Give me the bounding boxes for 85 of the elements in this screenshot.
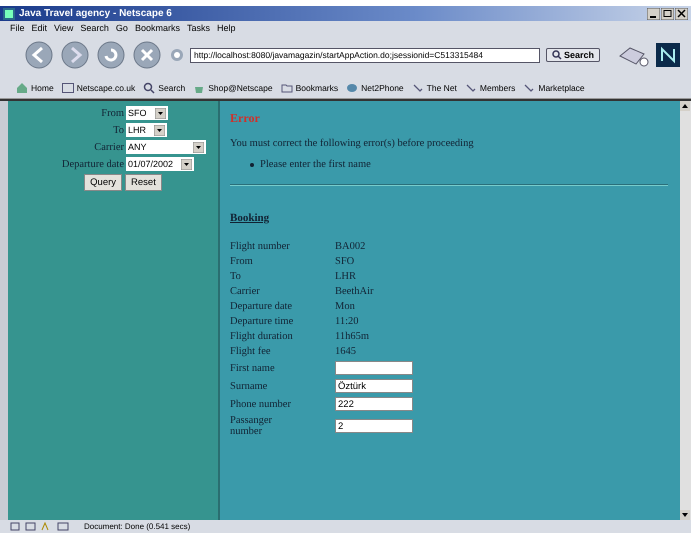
- menu-item[interactable]: Search: [80, 23, 109, 33]
- input-label: Passanger number: [230, 415, 273, 437]
- text-field[interactable]: Öztürk: [335, 379, 413, 393]
- detail-label: From: [230, 256, 254, 267]
- form-button[interactable]: Query: [84, 174, 122, 191]
- detail-label: Carrier: [230, 286, 261, 297]
- menu-item[interactable]: Tasks: [186, 23, 210, 33]
- minimize-button[interactable]: [647, 8, 660, 20]
- toolbar-link[interactable]: Members: [464, 82, 516, 94]
- link-icon: [464, 82, 477, 94]
- input-label: First name: [230, 362, 276, 374]
- dropdown[interactable]: LHR: [126, 123, 168, 137]
- dropdown[interactable]: SFO: [126, 106, 168, 120]
- detail-label: Departure time: [230, 316, 294, 327]
- dropdown[interactable]: ANY: [126, 140, 206, 154]
- folder-icon: [280, 82, 293, 94]
- text-field[interactable]: [335, 361, 413, 375]
- back-button[interactable]: [24, 40, 54, 70]
- dropdown-arrow-icon: [154, 124, 166, 136]
- error-heading: Error: [230, 111, 261, 126]
- status-icons-drawing: [10, 522, 70, 531]
- address-field[interactable]: http://localhost:8080/javamagazin/startAppAction.do;jsessionid=C513315484: [190, 48, 540, 62]
- netscape-logo-icon[interactable]: [656, 43, 680, 67]
- status-text: Document: Done (0.541 secs): [84, 521, 190, 532]
- menu-item[interactable]: Edit: [32, 23, 48, 33]
- form-button[interactable]: Reset: [125, 174, 162, 191]
- detail-value: SFO: [335, 256, 356, 267]
- forward-button[interactable]: [60, 40, 90, 70]
- link-icon: [523, 82, 536, 94]
- menu-item[interactable]: Go: [116, 23, 128, 33]
- text-field[interactable]: 222: [335, 397, 413, 411]
- toolbar-link[interactable]: Search: [143, 82, 186, 94]
- detail-label: Flight duration: [230, 331, 294, 342]
- toolbar-link[interactable]: Net2Phone: [346, 82, 404, 94]
- stop-button[interactable]: [132, 40, 162, 70]
- maximize-button[interactable]: [661, 8, 674, 20]
- link-icon: [412, 82, 424, 94]
- error-item: Please enter the first name: [260, 159, 371, 170]
- menu-item[interactable]: Bookmarks: [134, 23, 180, 33]
- field-label: To: [112, 124, 124, 136]
- input-label: Phone number: [230, 398, 292, 410]
- detail-value: 11h65m: [335, 331, 370, 342]
- detail-label: Flight fee: [230, 346, 272, 357]
- phone-icon: [346, 82, 358, 94]
- page-icon: [170, 48, 184, 62]
- search-icon: [552, 50, 562, 60]
- detail-value: 11:20: [335, 316, 360, 327]
- toolbar-link[interactable]: Marketplace: [523, 82, 585, 94]
- menu-item[interactable]: File: [10, 23, 25, 33]
- search-icon: [143, 82, 156, 94]
- field-label: Carrier: [93, 142, 124, 152]
- field-label: Departure date: [60, 158, 124, 170]
- toolbar-link[interactable]: Netscape.co.uk: [62, 82, 136, 94]
- menu-item[interactable]: Help: [216, 23, 236, 33]
- reload-button[interactable]: [96, 40, 126, 70]
- dropdown-arrow-icon: [181, 158, 192, 170]
- detail-value: BA002: [335, 241, 366, 252]
- dropdown-arrow-icon: [154, 108, 166, 118]
- close-button[interactable]: [675, 8, 688, 20]
- toolbar-link[interactable]: The Net: [412, 82, 457, 94]
- error-message: You must correct the following error(s) before proceeding: [230, 138, 475, 149]
- field-label: From: [100, 108, 124, 118]
- input-label: Surname: [230, 380, 268, 392]
- dropdown[interactable]: 01/07/2002: [126, 157, 194, 171]
- app-icon: [3, 8, 15, 20]
- scrollbar[interactable]: [680, 101, 691, 520]
- detail-value: Mon: [335, 301, 356, 312]
- detail-value: 1645: [335, 346, 357, 357]
- detail-value: BeethAir: [335, 286, 374, 297]
- toolbar-link[interactable]: Shop@Netscape: [193, 82, 273, 94]
- detail-label: Departure date: [230, 301, 294, 312]
- toolbar-link[interactable]: Home: [16, 82, 54, 94]
- detail-label: Flight number: [230, 241, 291, 252]
- scroll-down-icon: [680, 510, 690, 520]
- detail-value: LHR: [335, 271, 357, 282]
- booking-heading: Booking: [230, 212, 270, 224]
- dropdown-arrow-icon: [193, 142, 204, 152]
- detail-label: To: [230, 271, 242, 282]
- window-title: Java Travel agency - Netscape 6: [19, 8, 173, 19]
- search-button[interactable]: Search: [546, 48, 600, 62]
- bullet-icon: [250, 162, 254, 166]
- text-field[interactable]: 2: [335, 419, 413, 433]
- toolbar-link[interactable]: Bookmarks: [280, 82, 338, 94]
- home-icon: [16, 82, 28, 94]
- menu-item[interactable]: View: [54, 23, 74, 33]
